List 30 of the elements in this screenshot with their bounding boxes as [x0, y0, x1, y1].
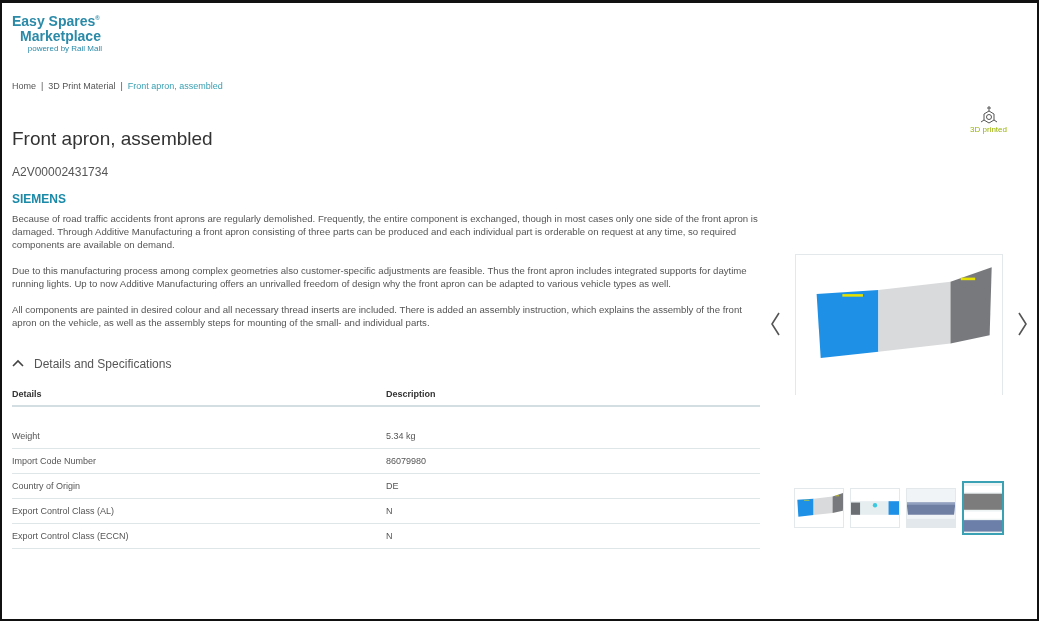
table-cell: DE	[386, 473, 760, 499]
breadcrumb-link[interactable]: Home	[12, 80, 36, 91]
table-cell: N	[386, 498, 760, 524]
column-header: Details	[12, 384, 386, 406]
table-cell: Country of Origin	[12, 473, 386, 499]
logo-text[interactable]: Marketplace	[12, 28, 102, 44]
next-icon[interactable]	[1016, 311, 1028, 338]
brand-name: SIEMENS	[12, 191, 67, 206]
product-code: A2V00002431734	[12, 164, 110, 179]
details-toggle[interactable]: Details and Specifications	[12, 356, 172, 371]
breadcrumb-separator: |	[120, 80, 123, 91]
description-paragraph: Due to this manufacturing process among complex geometries also customer-specific adjustments are feasible. Thus the front apron includes integrated supports for daytime running lights. Up to now Additive Manufacturing offers an unrivalled freedom of design why the front apron can be adapted to various vehicle types as well.	[12, 263, 748, 290]
previous-icon[interactable]	[769, 311, 781, 338]
breadcrumb-separator: |	[41, 80, 44, 91]
table-cell: 5.34 kg	[386, 423, 760, 449]
logo-tagline: powered by Rail Mall	[27, 43, 102, 54]
table-cell: Export Control Class (AL)	[12, 498, 386, 524]
table-cell: Export Control Class (ECCN)	[12, 523, 386, 549]
table-cell: 86079980	[386, 448, 760, 474]
logo-text[interactable]: Easy Spares	[12, 12, 96, 29]
column-header: Description	[386, 384, 760, 406]
breadcrumb-link[interactable]: 3D Print Material	[48, 80, 116, 91]
description-paragraph: Because of road traffic accidents front aprons are regularly demolished. Frequently, the entire component is exchanged, though in most cases only one side of the front apron is damaged. Through Additive Manufacturing a front apron consisting of three parts can be produced and each individual part is orderable on request at any time, so required components are available on demand.	[12, 211, 759, 251]
table-cell: Import Code Number	[12, 448, 386, 474]
description-paragraph: All components are painted in desired colour and all necessary thread inserts are included. There is added an assembly instruction, which explains the assembly of the front apron on the vehicle, as well as the assembly steps for mounting of the small- and individual parts.	[12, 302, 743, 329]
table-cell: Weight	[12, 423, 386, 449]
thumbnail[interactable]	[961, 480, 1004, 535]
product-title: Front apron, assembled	[12, 126, 214, 151]
badge-label: 3D printed	[970, 124, 1007, 134]
table-cell: N	[386, 523, 760, 549]
